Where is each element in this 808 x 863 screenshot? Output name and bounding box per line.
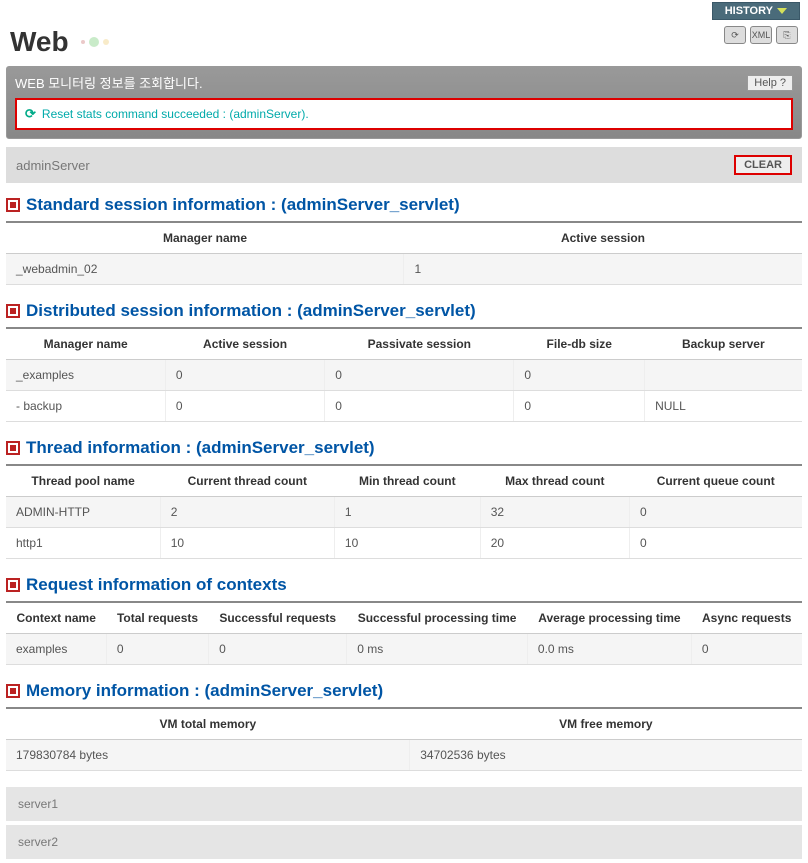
cell: 0 — [209, 634, 347, 665]
col-header: Async requests — [691, 602, 802, 634]
section-icon — [6, 198, 20, 212]
help-label: Help — [754, 77, 777, 89]
section-title-distributed-session: Distributed session information : (admin… — [26, 301, 476, 321]
distributed-session-table: Manager name Active session Passivate se… — [6, 327, 802, 422]
server-item[interactable]: server1 — [6, 787, 802, 821]
cell: 1 — [404, 254, 802, 285]
col-header: Passivate session — [325, 328, 514, 360]
col-header: Active session — [165, 328, 324, 360]
history-button[interactable]: HISTORY — [712, 2, 800, 20]
clear-button[interactable]: CLEAR — [734, 155, 792, 175]
cell: 0.0 ms — [527, 634, 691, 665]
history-label: HISTORY — [725, 5, 773, 17]
cell: 2 — [160, 497, 334, 528]
request-info-table: Context name Total requests Successful r… — [6, 601, 802, 665]
col-header: Total requests — [106, 602, 208, 634]
table-row: http1 10 10 20 0 — [6, 528, 802, 559]
cell: 0 — [165, 360, 324, 391]
cell: 32 — [480, 497, 629, 528]
server-item[interactable]: server2 — [6, 825, 802, 859]
col-header: Backup server — [645, 328, 802, 360]
server-name: adminServer — [16, 158, 90, 173]
col-header: Context name — [6, 602, 106, 634]
col-header: Successful processing time — [347, 602, 528, 634]
table-row: 179830784 bytes 34702536 bytes — [6, 740, 802, 771]
export-xml-icon[interactable]: XML — [750, 26, 772, 44]
banner-title: WEB 모니터링 정보를 조회합니다. — [15, 73, 203, 92]
cell: 0 — [325, 391, 514, 422]
cell: NULL — [645, 391, 802, 422]
col-header: Average processing time — [527, 602, 691, 634]
chevron-down-icon — [777, 8, 787, 14]
table-row: - backup 0 0 0 NULL — [6, 391, 802, 422]
table-row: _webadmin_02 1 — [6, 254, 802, 285]
cell: 0 ms — [347, 634, 528, 665]
cell: ADMIN-HTTP — [6, 497, 160, 528]
cell: 34702536 bytes — [410, 740, 802, 771]
section-icon — [6, 684, 20, 698]
page-title: Web — [10, 26, 69, 58]
cell: 0 — [325, 360, 514, 391]
help-button[interactable]: Help ? — [747, 75, 793, 91]
cell: 0 — [514, 360, 645, 391]
cell: 1 — [334, 497, 480, 528]
section-title-standard-session: Standard session information : (adminSer… — [26, 195, 460, 215]
table-row: _examples 0 0 0 — [6, 360, 802, 391]
cell: 0 — [514, 391, 645, 422]
section-title-thread-info: Thread information : (adminServer_servle… — [26, 438, 375, 458]
cell: 0 — [106, 634, 208, 665]
status-message-box: ⟳ Reset stats command succeeded : (admin… — [15, 98, 793, 130]
memory-info-table: VM total memory VM free memory 179830784… — [6, 707, 802, 771]
col-header: Thread pool name — [6, 465, 160, 497]
col-header: Manager name — [6, 328, 165, 360]
col-header: Min thread count — [334, 465, 480, 497]
section-icon — [6, 578, 20, 592]
export-icon[interactable]: ⎘ — [776, 26, 798, 44]
cell: examples — [6, 634, 106, 665]
section-icon — [6, 304, 20, 318]
table-row: examples 0 0 0 ms 0.0 ms 0 — [6, 634, 802, 665]
refresh-status-icon: ⟳ — [25, 106, 36, 122]
col-header: Successful requests — [209, 602, 347, 634]
cell: 0 — [691, 634, 802, 665]
col-header: Max thread count — [480, 465, 629, 497]
cell: 0 — [165, 391, 324, 422]
col-header: VM free memory — [410, 708, 802, 740]
thread-info-table: Thread pool name Current thread count Mi… — [6, 464, 802, 559]
col-header: Current queue count — [629, 465, 802, 497]
cell: 179830784 bytes — [6, 740, 410, 771]
col-header: File-db size — [514, 328, 645, 360]
col-header: Active session — [404, 222, 802, 254]
section-title-request-info: Request information of contexts — [26, 575, 287, 595]
status-message: Reset stats command succeeded : (adminSe… — [42, 107, 309, 121]
cell: 20 — [480, 528, 629, 559]
col-header: VM total memory — [6, 708, 410, 740]
cell: _examples — [6, 360, 165, 391]
table-row: ADMIN-HTTP 2 1 32 0 — [6, 497, 802, 528]
refresh-icon[interactable]: ⟳ — [724, 26, 746, 44]
section-title-memory-info: Memory information : (adminServer_servle… — [26, 681, 383, 701]
cell: 10 — [334, 528, 480, 559]
col-header: Manager name — [6, 222, 404, 254]
server-bar: adminServer CLEAR — [6, 147, 802, 183]
cell: _webadmin_02 — [6, 254, 404, 285]
cell: 0 — [629, 497, 802, 528]
decorative-dots — [81, 37, 109, 47]
cell: - backup — [6, 391, 165, 422]
cell: http1 — [6, 528, 160, 559]
cell — [645, 360, 802, 391]
info-banner: WEB 모니터링 정보를 조회합니다. Help ? ⟳ Reset stats… — [6, 66, 802, 139]
col-header: Current thread count — [160, 465, 334, 497]
standard-session-table: Manager name Active session _webadmin_02… — [6, 221, 802, 285]
question-icon: ? — [780, 77, 786, 89]
cell: 0 — [629, 528, 802, 559]
section-icon — [6, 441, 20, 455]
cell: 10 — [160, 528, 334, 559]
